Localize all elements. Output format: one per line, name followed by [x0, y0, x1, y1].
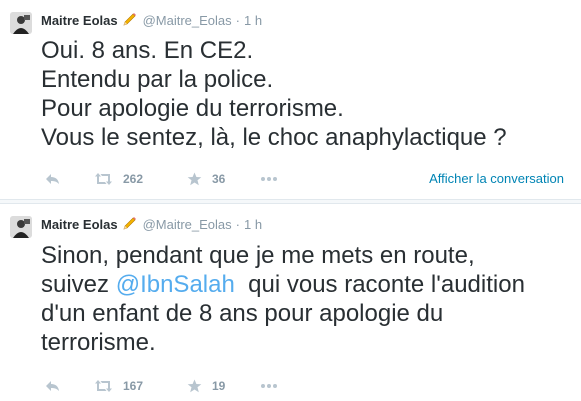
author-name[interactable]: Maitre Eolas	[41, 13, 118, 28]
view-conversation-link[interactable]: Afficher la conversation	[429, 171, 564, 186]
tweet[interactable]: Maitre Eolas @Maitre_Eolas · 1 h Oui. 8 …	[0, 0, 581, 199]
tweet-text-fragment: qui vous raconte l'audition	[248, 271, 525, 298]
tweet-line: Vous le sentez, là, le choc anaphylactiq…	[41, 124, 507, 151]
retweet-button[interactable]: 167	[94, 379, 143, 393]
avatar[interactable]	[10, 216, 32, 238]
tweet-line: Oui. 8 ans. En CE2.	[41, 37, 254, 64]
author-handle[interactable]: @Maitre_Eolas	[143, 13, 232, 28]
tweet[interactable]: Maitre Eolas @Maitre_Eolas · 1 h Sinon, …	[0, 204, 581, 401]
separator-dot: ·	[235, 12, 241, 28]
tweet-line: d'un enfant de 8 ans pour apologie du	[41, 300, 444, 327]
reply-button[interactable]	[45, 172, 61, 186]
tweet-actions: 262 36 Afficher la conversation	[41, 169, 576, 189]
tweet-line: terrorisme.	[41, 329, 156, 356]
more-icon	[261, 384, 277, 388]
tweet-text: Oui. 8 ans. En CE2. Entendu par la polic…	[41, 36, 576, 152]
tweet-line: Pour apologie du terrorisme.	[41, 95, 344, 122]
star-icon	[187, 172, 202, 186]
pencil-icon	[122, 13, 138, 27]
retweet-count: 262	[123, 172, 144, 186]
tweet-header: Maitre Eolas @Maitre_Eolas · 1 h	[41, 214, 262, 234]
tweet-header: Maitre Eolas @Maitre_Eolas · 1 h	[41, 10, 262, 30]
avatar[interactable]	[10, 12, 32, 34]
retweet-icon	[95, 380, 112, 392]
reply-icon	[46, 381, 59, 391]
pencil-icon	[122, 217, 138, 231]
retweet-button[interactable]: 262	[94, 172, 143, 186]
timestamp[interactable]: 1 h	[244, 13, 262, 28]
tweet-line: Entendu par la police.	[41, 66, 274, 93]
tweet-text-fragment: suivez	[41, 271, 110, 298]
favorite-count: 19	[212, 379, 226, 393]
separator-dot: ·	[235, 216, 241, 232]
author-handle[interactable]: @Maitre_Eolas	[143, 217, 232, 232]
retweet-count: 167	[123, 379, 144, 393]
star-icon	[187, 379, 202, 393]
author-name[interactable]: Maitre Eolas	[41, 217, 118, 232]
tweet-line: Sinon, pendant que je me mets en route,	[41, 242, 475, 269]
mention-link[interactable]: @IbnSalah	[116, 271, 235, 298]
favorite-button[interactable]: 19	[187, 379, 225, 393]
more-button[interactable]	[260, 383, 278, 389]
reply-icon	[46, 174, 59, 184]
more-icon	[261, 177, 277, 181]
reply-button[interactable]	[45, 379, 61, 393]
tweet-line: suivez @IbnSalah qui vous raconte l'audi…	[41, 270, 576, 299]
tweet-actions: 167 19	[41, 376, 576, 396]
favorite-count: 36	[212, 172, 226, 186]
timestamp[interactable]: 1 h	[244, 217, 262, 232]
retweet-icon	[95, 173, 112, 185]
tweet-text: Sinon, pendant que je me mets en route, …	[41, 241, 576, 357]
favorite-button[interactable]: 36	[187, 172, 225, 186]
more-button[interactable]	[260, 176, 278, 182]
